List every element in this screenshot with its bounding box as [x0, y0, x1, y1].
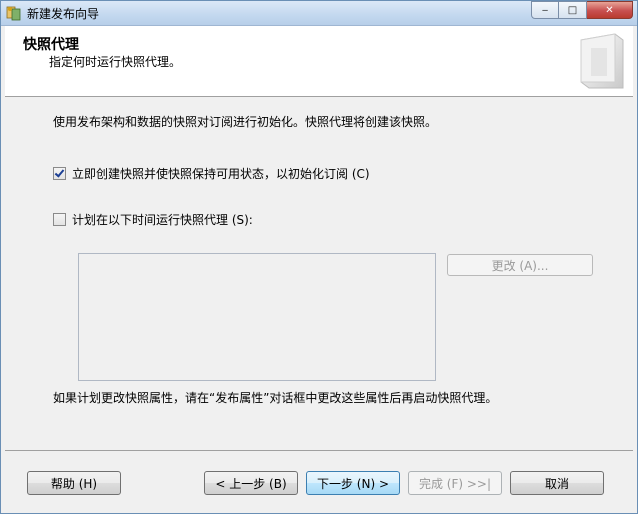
change-schedule-button[interactable]: 更改 (A)...: [447, 254, 593, 276]
back-button[interactable]: < 上一步 (B): [204, 471, 298, 495]
minimize-icon: ‒: [541, 4, 549, 16]
window-title: 新建发布向导: [27, 7, 100, 21]
maximize-button[interactable]: □: [559, 1, 587, 19]
create-snapshot-option[interactable]: 立即创建快照并使快照保持可用状态，以初始化订阅 (C): [53, 165, 370, 182]
page-title: 快照代理: [23, 37, 79, 53]
page-subtitle: 指定何时运行快照代理。: [49, 55, 182, 69]
schedule-label: 计划在以下时间运行快照代理 (S):: [72, 213, 253, 227]
next-button[interactable]: 下一步 (N) >: [306, 471, 400, 495]
help-button[interactable]: 帮助 (H): [27, 471, 121, 495]
wizard-footer: 帮助 (H) < 上一步 (B) 下一步 (N) > 完成 (F) >>| 取消: [5, 450, 633, 510]
finish-button[interactable]: 完成 (F) >>|: [408, 471, 502, 495]
wizard-window: 新建发布向导 ‒ □ ✕ 快照代理 指定何时运行快照代理。 使用发布架构和数据的…: [0, 0, 638, 514]
intro-text: 使用发布架构和数据的快照对订阅进行初始化。快照代理将创建该快照。: [53, 115, 438, 129]
title-bar[interactable]: 新建发布向导 ‒ □ ✕: [1, 1, 637, 26]
maximize-icon: □: [567, 4, 578, 16]
create-snapshot-label: 立即创建快照并使快照保持可用状态，以初始化订阅 (C): [72, 167, 370, 181]
wizard-content: 使用发布架构和数据的快照对订阅进行初始化。快照代理将创建该快照。 立即创建快照并…: [5, 97, 633, 449]
schedule-option[interactable]: 计划在以下时间运行快照代理 (S):: [53, 211, 253, 228]
wizard-banner-icon: [580, 33, 624, 89]
wizard-app-icon: [6, 6, 21, 21]
minimize-button[interactable]: ‒: [531, 1, 559, 19]
schedule-checkbox[interactable]: [53, 213, 66, 226]
close-button[interactable]: ✕: [587, 1, 633, 19]
note-text: 如果计划更改快照属性，请在“发布属性”对话框中更改这些属性后再启动快照代理。: [53, 391, 498, 405]
wizard-header: 快照代理 指定何时运行快照代理。: [5, 26, 633, 97]
cancel-button[interactable]: 取消: [510, 471, 604, 495]
close-icon: ✕: [605, 4, 614, 16]
create-snapshot-checkbox[interactable]: [53, 167, 66, 180]
schedule-description-box: [78, 253, 436, 381]
